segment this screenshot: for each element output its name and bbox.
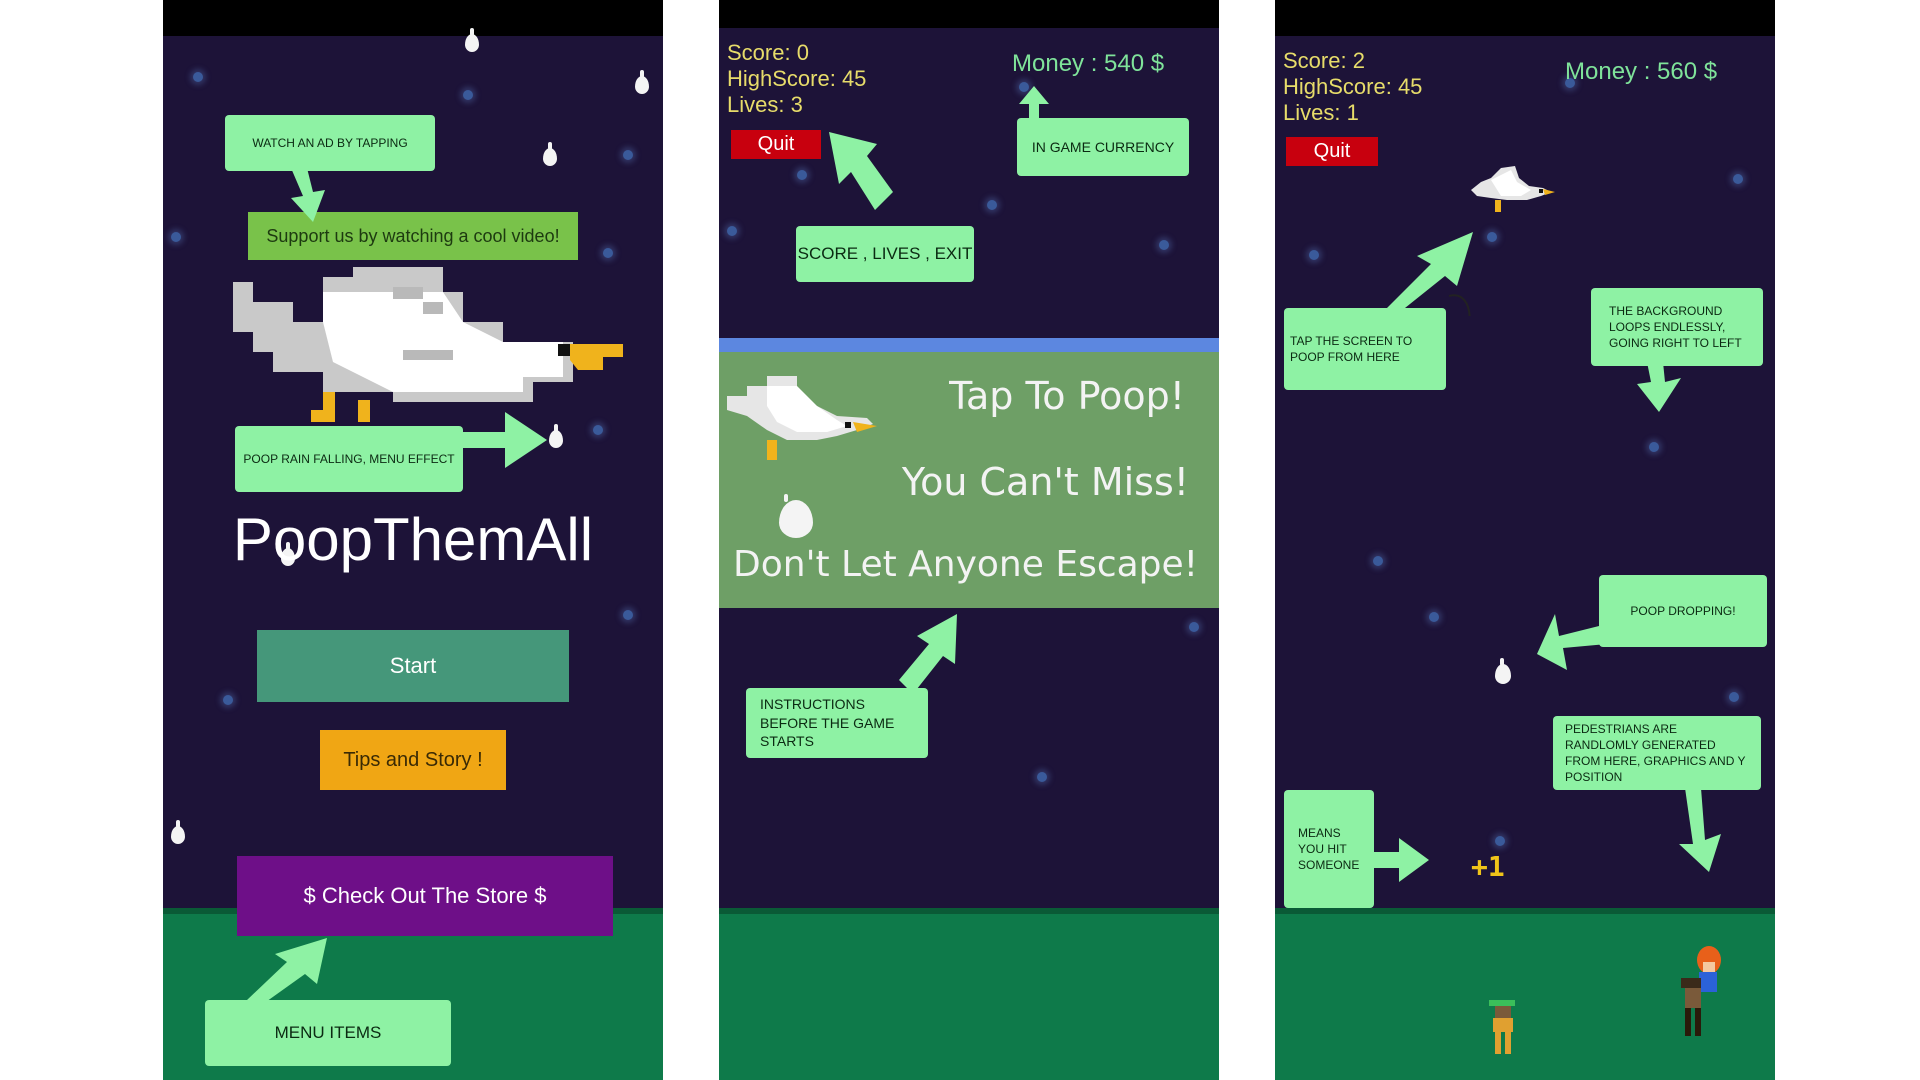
seagull-icon: [727, 376, 877, 460]
lives-label: Lives: 3: [727, 92, 803, 117]
star-icon: [1729, 692, 1739, 702]
seagull-icon: [1471, 166, 1555, 212]
instructions-panel[interactable]: Tap To Poop! You Can't Miss! Don't Let A…: [719, 338, 1219, 608]
note-poop-dropping: POOP DROPPING!: [1599, 575, 1767, 647]
status-bar: [1275, 0, 1775, 36]
score-label: Score: 2: [1283, 48, 1365, 73]
star-icon: [1429, 612, 1439, 622]
poop-drop-icon: [1495, 658, 1511, 684]
poop-drop-icon: [465, 28, 479, 52]
pedestrian-icon: [1681, 946, 1721, 1036]
poop-drop-icon: [171, 820, 185, 844]
star-icon: [463, 90, 473, 100]
star-icon: [171, 232, 181, 242]
game-title: PoopThemAll: [232, 506, 594, 573]
star-icon: [1649, 442, 1659, 452]
star-icon: [987, 200, 997, 210]
hit-score-popup: +1: [1471, 850, 1505, 883]
star-icon: [593, 425, 603, 435]
note-pedestrians: PEDESTRIANS ARE RANDLOMLY GENERATED FROM…: [1553, 716, 1761, 790]
instructions-line-1: Tap To Poop!: [949, 374, 1185, 418]
note-background-loops: THE BACKGROUND LOOPS ENDLESSLY, GOING RI…: [1591, 288, 1763, 366]
seagull-icon: [233, 267, 623, 422]
arrow-icon: [829, 132, 893, 210]
instructions-line-2: You Can't Miss!: [901, 460, 1189, 504]
instructions-line-3: Don't Let Anyone Escape!: [733, 544, 1199, 585]
quit-button[interactable]: Quit: [731, 130, 821, 159]
arrow-icon: [899, 614, 957, 694]
note-instructions: INSTRUCTIONS BEFORE THE GAME STARTS: [746, 688, 928, 758]
star-icon: [1189, 622, 1199, 632]
arrow-icon: [459, 412, 547, 468]
note-watch-ad: WATCH AN AD BY TAPPING: [225, 115, 435, 171]
star-icon: [1495, 836, 1505, 846]
note-menu-items: MENU ITEMS: [205, 1000, 451, 1066]
arrow-icon: [1637, 362, 1681, 412]
instructions-top-stripe: [719, 338, 1219, 352]
star-icon: [1373, 556, 1383, 566]
star-icon: [1487, 232, 1497, 242]
star-icon: [727, 226, 737, 236]
gameplay-screen: Score: 2 HighScore: 45 Lives: 1 Money : …: [1275, 0, 1775, 1080]
star-icon: [193, 72, 203, 82]
arrow-icon: [1537, 614, 1607, 670]
status-bar: [719, 0, 1219, 28]
note-tap-screen: TAP THE SCREEN TO POOP FROM HERE: [1284, 308, 1446, 390]
ground: [719, 908, 1219, 1080]
arrow-icon: [1371, 838, 1429, 882]
poop-drop-icon: [635, 70, 649, 94]
menu-screen: Support us by watching a cool video! Poo…: [163, 0, 663, 1080]
star-icon: [223, 695, 233, 705]
arrow-icon: [1679, 788, 1721, 872]
pedestrian-icon: [1489, 1000, 1515, 1054]
note-in-game-currency: IN GAME CURRENCY: [1017, 118, 1189, 176]
note-poop-rain: POOP RAIN FALLING, MENU EFFECT: [235, 426, 463, 492]
score-label: Score: 0: [727, 40, 809, 65]
money-label: Money : 540 $: [1012, 50, 1165, 77]
quit-button[interactable]: Quit: [1286, 137, 1378, 166]
arrow-icon: [247, 938, 327, 1004]
highscore-label: HighScore: 45: [1283, 74, 1423, 99]
star-icon: [623, 150, 633, 160]
store-button[interactable]: $ Check Out The Store $: [237, 856, 613, 936]
arrow-icon: [1379, 232, 1473, 316]
money-label: Money : 560 $: [1565, 58, 1718, 85]
arrow-icon: [1019, 86, 1049, 122]
instructions-screen: Score: 0 HighScore: 45 Lives: 3 Money : …: [719, 0, 1219, 1080]
poop-drop-icon: [549, 424, 563, 448]
star-icon: [1733, 174, 1743, 184]
tips-story-button[interactable]: Tips and Story !: [320, 730, 506, 790]
star-icon: [603, 248, 613, 258]
highscore-label: HighScore: 45: [727, 66, 867, 91]
star-icon: [1159, 240, 1169, 250]
star-icon: [1309, 250, 1319, 260]
star-icon: [797, 170, 807, 180]
arrow-icon: [291, 168, 325, 222]
poop-drop-icon: [543, 142, 557, 166]
lives-label: Lives: 1: [1283, 100, 1359, 125]
note-hit-someone: MEANS YOU HIT SOMEONE: [1284, 790, 1374, 908]
start-button[interactable]: Start: [257, 630, 569, 702]
note-score-lives-exit: SCORE , LIVES , EXIT: [796, 226, 974, 282]
poop-drop-icon: [779, 494, 813, 538]
status-bar: [163, 0, 663, 36]
star-icon: [1037, 772, 1047, 782]
star-icon: [623, 610, 633, 620]
